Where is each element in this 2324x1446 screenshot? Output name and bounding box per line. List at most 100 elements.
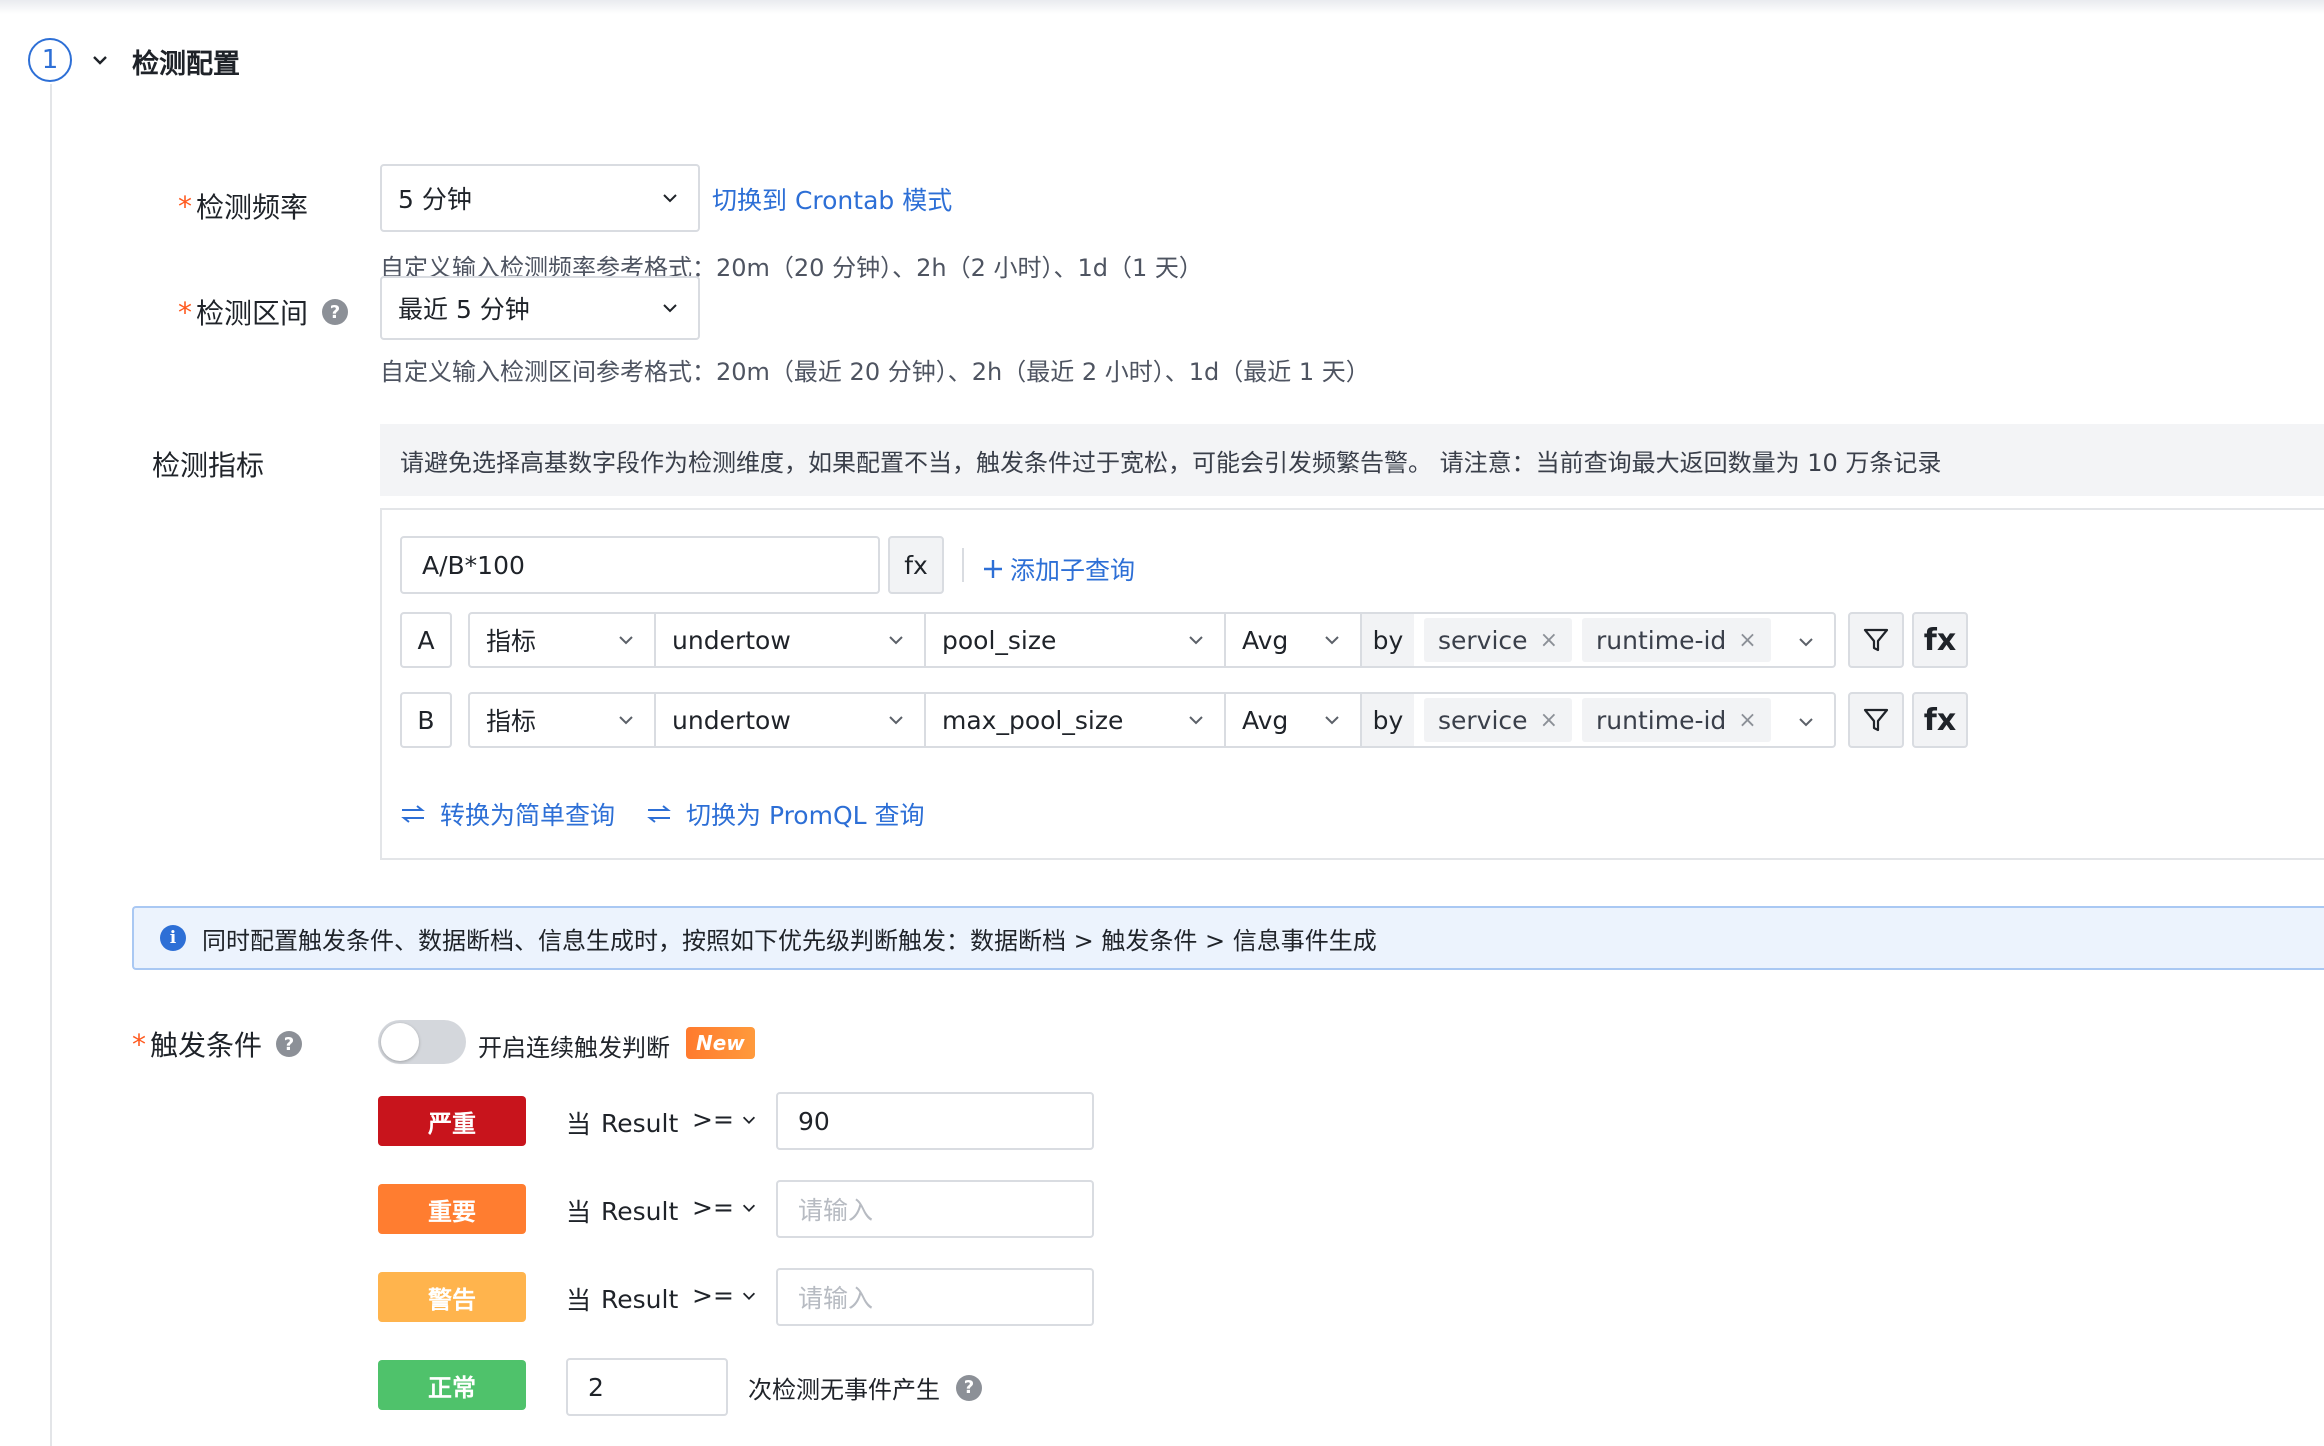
rule-field: Result: [601, 1196, 679, 1226]
rule-operator-select[interactable]: >=: [692, 1193, 758, 1222]
rule-condition: 当 Result: [566, 1193, 678, 1229]
crontab-mode-link[interactable]: 切换到 Crontab 模式: [712, 181, 952, 217]
chevron-down-icon: [1799, 718, 1813, 727]
tag-label: service: [1438, 625, 1528, 655]
info-bar-text: 同时配置触发条件、数据断档、信息生成时，按照如下优先级判断触发：数据断档 > 触…: [202, 926, 1377, 955]
continuous-trigger-toggle[interactable]: [378, 1020, 466, 1064]
query-a-measurement: undertow: [672, 625, 791, 655]
query-b-agg: Avg: [1242, 705, 1289, 735]
expression-input[interactable]: A/B*100: [400, 536, 880, 594]
toggle-knob: [381, 1023, 419, 1061]
severity-warning-badge: 警告: [378, 1272, 526, 1322]
groupby-tag: runtime-id ×: [1582, 618, 1771, 662]
close-icon[interactable]: ×: [1738, 708, 1756, 733]
switch-promql-link[interactable]: 切换为 PromQL 查询: [646, 796, 925, 832]
tag-label: runtime-id: [1596, 625, 1727, 655]
frequency-value: 5 分钟: [398, 185, 472, 214]
normal-rule-text: 次检测无事件产生 ?: [748, 1370, 982, 1405]
rule-prefix: 当: [566, 1198, 592, 1227]
range-value: 最近 5 分钟: [398, 295, 530, 324]
toggle-label: 开启连续触发判断: [478, 1034, 670, 1062]
metrics-notice: 请避免选择高基数字段作为检测维度，如果配置不当，触发条件过于宽松，可能会引发频繁…: [380, 424, 2324, 496]
range-select[interactable]: 最近 5 分钟: [380, 276, 700, 340]
groupby-tag: runtime-id ×: [1582, 698, 1771, 742]
rule-prefix: 当: [566, 1110, 592, 1139]
rule-operator-select[interactable]: >=: [692, 1281, 758, 1310]
filter-icon: [1863, 628, 1889, 652]
required-asterisk: *: [178, 295, 192, 329]
priority-info-bar: i 同时配置触发条件、数据断档、信息生成时，按照如下优先级判断触发：数据断档 >…: [132, 906, 2324, 970]
rule-condition: 当 Result: [566, 1281, 678, 1317]
close-icon[interactable]: ×: [1540, 628, 1558, 653]
tag-label: service: [1438, 705, 1528, 735]
chevron-down-icon: [742, 1116, 755, 1124]
required-asterisk: *: [132, 1027, 146, 1061]
chevron-down-icon[interactable]: [90, 50, 110, 70]
plus-icon: [984, 560, 1002, 578]
convert-simple-label: 转换为简单查询: [440, 801, 616, 830]
swap-icon: [401, 805, 425, 823]
query-b-agg-select[interactable]: Avg: [1224, 692, 1362, 748]
range-label-text: 检测区间: [196, 297, 309, 330]
chevron-down-icon: [1189, 636, 1203, 645]
trigger-label: * 触发条件 ?: [132, 1024, 303, 1064]
chevron-down-icon: [742, 1292, 755, 1300]
chevron-down-icon: [1799, 638, 1813, 647]
chevron-down-icon: [889, 636, 903, 645]
rule-operator: >=: [692, 1281, 734, 1310]
required-asterisk: *: [178, 189, 192, 223]
new-badge: New: [686, 1027, 755, 1059]
query-a-type-select[interactable]: 指标: [468, 612, 656, 668]
rule-prefix: 当: [566, 1286, 592, 1315]
close-icon[interactable]: ×: [1738, 628, 1756, 653]
chevron-down-icon: [889, 716, 903, 725]
query-b-groupby-select[interactable]: service × runtime-id ×: [1414, 692, 1836, 748]
rule-operator-select[interactable]: >=: [692, 1105, 758, 1134]
section-title: 检测配置: [132, 49, 240, 80]
query-b-measurement-select[interactable]: undertow: [654, 692, 926, 748]
query-b-type-select[interactable]: 指标: [468, 692, 656, 748]
frequency-select[interactable]: 5 分钟: [380, 164, 700, 232]
help-icon[interactable]: ?: [956, 1374, 982, 1401]
severity-major-badge: 重要: [378, 1184, 526, 1234]
chevron-down-icon: [619, 716, 633, 725]
add-subquery-button[interactable]: 添加子查询: [982, 551, 1135, 587]
add-subquery-label: 添加子查询: [1010, 556, 1136, 585]
query-a-field-select[interactable]: pool_size: [924, 612, 1226, 668]
convert-simple-query-link[interactable]: 转换为简单查询: [400, 796, 615, 832]
close-icon[interactable]: ×: [1540, 708, 1558, 733]
chevron-down-icon: [1325, 716, 1339, 725]
help-icon[interactable]: ?: [276, 1031, 303, 1057]
query-b-field-select[interactable]: max_pool_size: [924, 692, 1226, 748]
frequency-label: * 检测频率: [178, 186, 308, 226]
query-b-by-label: by: [1360, 692, 1416, 748]
metrics-label: 检测指标: [152, 444, 264, 484]
groupby-tag: service ×: [1424, 618, 1572, 662]
rule-warning-value-input[interactable]: 请输入: [776, 1268, 1094, 1326]
query-a-fx-button[interactable]: fx: [1912, 612, 1968, 668]
query-b-fx-button[interactable]: fx: [1912, 692, 1968, 748]
query-a-groupby-select[interactable]: service × runtime-id ×: [1414, 612, 1836, 668]
tag-label: runtime-id: [1596, 705, 1727, 735]
query-a-measurement-select[interactable]: undertow: [654, 612, 926, 668]
query-b-measurement: undertow: [672, 705, 791, 735]
filter-button[interactable]: [1848, 612, 1904, 668]
step-connector-line: [50, 84, 52, 1446]
switch-promql-label: 切换为 PromQL 查询: [686, 801, 925, 830]
filter-button[interactable]: [1848, 692, 1904, 748]
rule-major-value-input[interactable]: 请输入: [776, 1180, 1094, 1238]
fx-button[interactable]: fx: [888, 536, 944, 594]
normal-suffix: 次检测无事件产生: [748, 1376, 940, 1404]
query-a-agg-select[interactable]: Avg: [1224, 612, 1362, 668]
divider: [962, 548, 964, 582]
rule-critical-value-input[interactable]: 90: [776, 1092, 1094, 1150]
query-a-type: 指标: [486, 627, 537, 656]
normal-count-input[interactable]: 2: [566, 1358, 728, 1416]
swap-icon: [647, 805, 671, 823]
range-hint: 自定义输入检测区间参考格式：20m（最近 20 分钟）、2h（最近 2 小时）、…: [380, 358, 1370, 386]
frequency-label-text: 检测频率: [196, 191, 309, 224]
query-a-field: pool_size: [942, 625, 1057, 655]
chevron-down-icon: [742, 1204, 755, 1212]
help-icon[interactable]: ?: [322, 299, 349, 325]
rule-field: Result: [601, 1108, 679, 1138]
